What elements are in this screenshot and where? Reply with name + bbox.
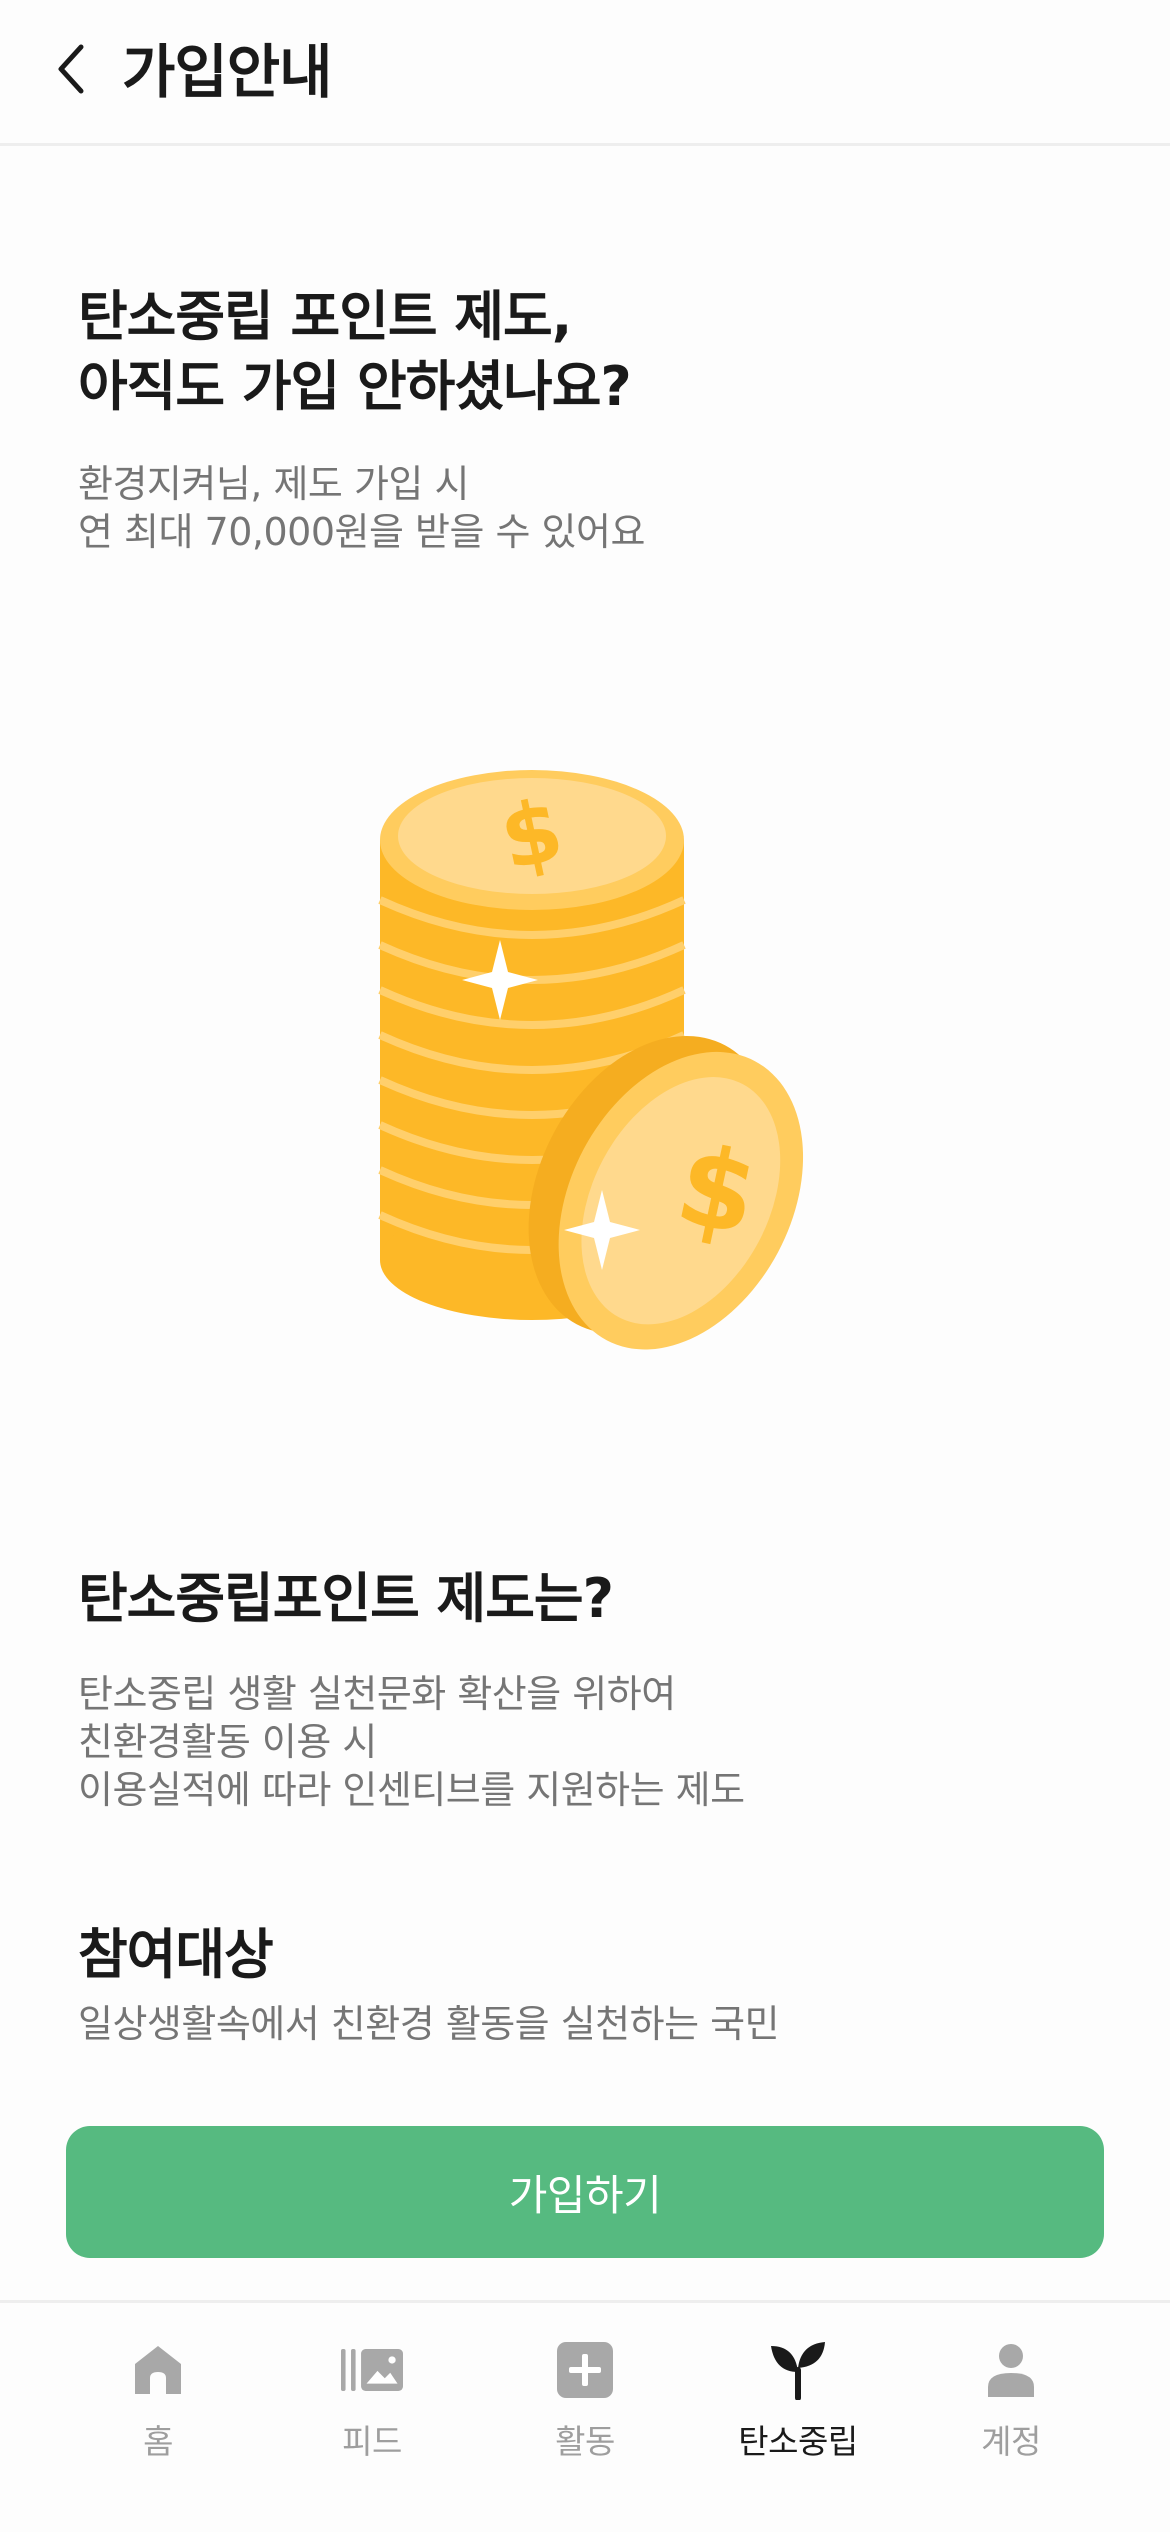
- nav-label-home: 홈: [143, 2422, 173, 2461]
- intro-headline: 탄소중립 포인트 제도, 아직도 가입 안하셨나요?: [78, 282, 632, 422]
- bottom-nav: 홈 피드 활동 탄소중립 계정: [0, 2300, 1170, 2532]
- intro-subtext: 환경지켜님, 제도 가입 시 연 최대 70,000원을 받을 수 있어요: [78, 460, 645, 556]
- home-icon: [127, 2339, 189, 2401]
- nav-item-home[interactable]: 홈: [68, 2339, 248, 2469]
- nav-item-carbon-neutral[interactable]: 탄소중립: [708, 2339, 888, 2469]
- nav-label-feed: 피드: [342, 2422, 402, 2461]
- nav-item-feed[interactable]: 피드: [282, 2339, 462, 2469]
- person-icon: [980, 2339, 1042, 2401]
- about-title: 탄소중립포인트 제도는?: [78, 1567, 614, 1630]
- intro-headline-line2: 아직도 가입 안하셨나요?: [78, 355, 632, 418]
- target-body: 일상생활속에서 친환경 활동을 실천하는 국민: [78, 2000, 780, 2048]
- intro-sub-line1: 환경지켜님, 제도 가입 시: [78, 462, 469, 506]
- gold-coins-illustration: $ $: [360, 740, 840, 1360]
- nav-item-activity[interactable]: 활동: [495, 2339, 675, 2469]
- sprout-icon: [767, 2339, 829, 2401]
- plus-square-icon: [554, 2339, 616, 2401]
- join-button[interactable]: 가입하기: [66, 2126, 1104, 2258]
- about-body: 탄소중립 생활 실천문화 확산을 위하여 친환경활동 이용 시 이용실적에 따라…: [78, 1670, 745, 1814]
- intro-headline-line1: 탄소중립 포인트 제도,: [78, 285, 572, 348]
- chevron-left-icon: [53, 41, 89, 101]
- nav-label-activity: 활동: [555, 2422, 615, 2461]
- about-line3: 이용실적에 따라 인센티브를 지원하는 제도: [78, 1768, 745, 1812]
- target-line1: 일상생활속에서 친환경 활동을 실천하는 국민: [78, 2002, 780, 2046]
- nav-label-carbon-neutral: 탄소중립: [738, 2422, 858, 2461]
- back-button[interactable]: [46, 36, 96, 106]
- page-title: 가입안내: [122, 38, 332, 106]
- top-app-bar: 가입안내: [0, 0, 1170, 146]
- intro-sub-line2: 연 최대 70,000원을 받을 수 있어요: [78, 510, 645, 554]
- about-line2: 친환경활동 이용 시: [78, 1720, 377, 1764]
- join-guide-screen: 가입안내 탄소중립 포인트 제도, 아직도 가입 안하셨나요? 환경지켜님, 제…: [0, 0, 1170, 2532]
- nav-label-account: 계정: [981, 2422, 1041, 2461]
- about-line1: 탄소중립 생활 실천문화 확산을 위하여: [78, 1672, 676, 1716]
- nav-item-account[interactable]: 계정: [921, 2339, 1101, 2469]
- target-title: 참여대상: [78, 1923, 274, 1986]
- feed-gallery-icon: [341, 2339, 403, 2401]
